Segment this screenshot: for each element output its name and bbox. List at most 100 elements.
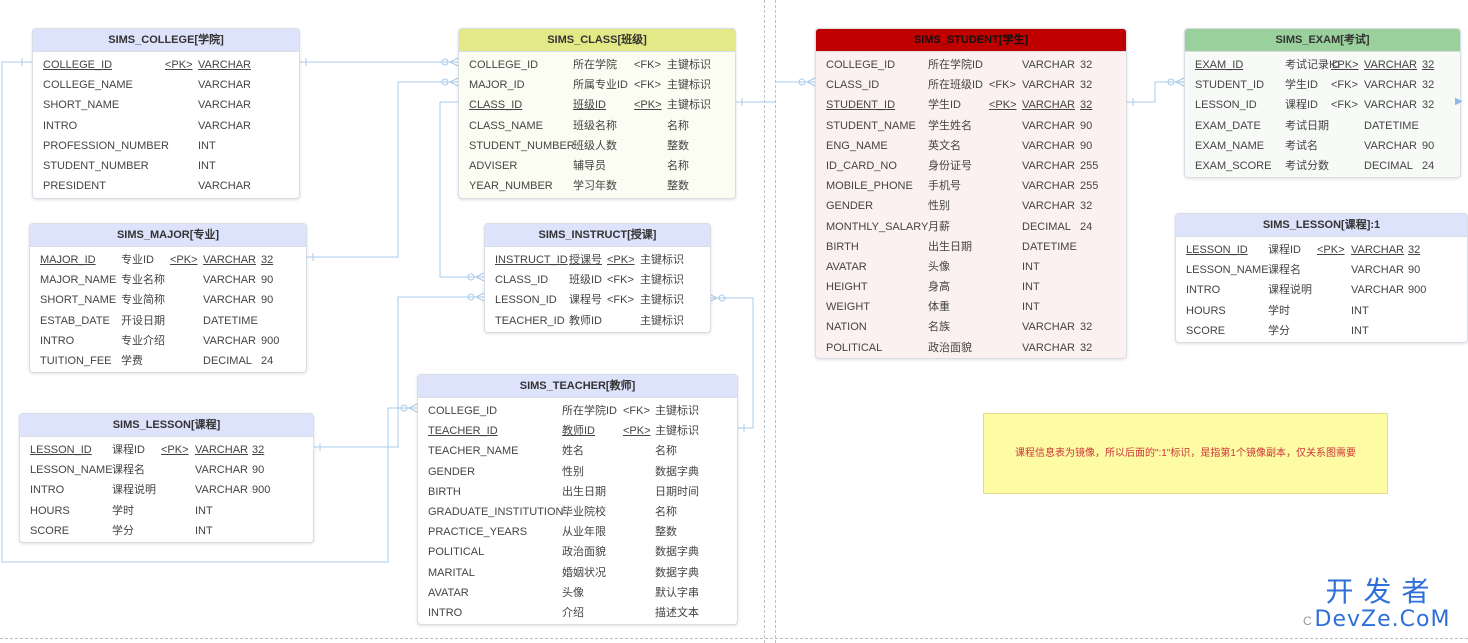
field-type: VARCHAR <box>198 79 251 92</box>
field-row[interactable]: AVATAR 头像 默认字串 <box>418 583 737 603</box>
field-row[interactable]: SHORT_NAME 专业简称 VARCHAR 90 <box>30 290 306 310</box>
field-row[interactable]: PRESIDENT VARCHAR <box>33 176 299 196</box>
field-row[interactable]: INTRO 介绍 描述文本 <box>418 603 737 623</box>
field-row[interactable]: HOURS 学时 INT <box>1176 301 1467 321</box>
field-row[interactable]: COLLEGE_ID <PK> VARCHAR <box>33 55 299 75</box>
field-row[interactable]: POLITICAL 政治面貌 VARCHAR 32 <box>816 338 1126 358</box>
field-type: 名称 <box>655 505 677 518</box>
field-key: <PK> <box>634 99 662 112</box>
field-comment: 月薪 <box>928 220 950 233</box>
field-type: DECIMAL <box>1022 220 1071 233</box>
field-row[interactable]: CLASS_ID 班级ID <PK> 主键标识 <box>459 95 735 115</box>
field-length: 90 <box>1422 139 1435 152</box>
field-row[interactable]: STUDENT_NAME 学生姓名 VARCHAR 90 <box>816 116 1126 136</box>
scroll-right-icon[interactable]: ▶ <box>1455 96 1463 107</box>
field-key: <PK> <box>170 254 198 266</box>
field-row[interactable]: MARITAL 婚姻状况 数据字典 <box>418 563 737 583</box>
field-length: 32 <box>1080 341 1093 354</box>
field-length: 32 <box>1422 79 1435 92</box>
field-row[interactable]: INTRO 课程说明 VARCHAR 900 <box>1176 280 1467 300</box>
entity-sims-student[interactable]: SIMS_STUDENT[学生] COLLEGE_ID 所在学院ID VARCHAR… <box>815 28 1127 359</box>
field-row[interactable]: EXAM_ID 考试记录ID <PK> VARCHAR 32 <box>1185 55 1460 75</box>
field-row[interactable]: YEAR_NUMBER 学习年数 整数 <box>459 176 735 196</box>
field-comment: 考试分数 <box>1285 159 1329 172</box>
field-comment: 课程名 <box>1268 264 1301 277</box>
field-row[interactable]: MOBILE_PHONE 手机号 VARCHAR 255 <box>816 176 1126 196</box>
field-row[interactable]: LESSON_ID 课程号 <FK> 主键标识 <box>485 290 710 310</box>
field-name: GENDER <box>428 465 476 478</box>
field-row[interactable]: INTRO 课程说明 VARCHAR 900 <box>20 480 313 500</box>
field-key: <PK> <box>1317 244 1345 256</box>
field-row[interactable]: CLASS_NAME 班级名称 名称 <box>459 116 735 136</box>
field-row[interactable]: STUDENT_NUMBER 班级人数 整数 <box>459 136 735 156</box>
field-row[interactable]: MAJOR_ID 所属专业ID <FK> 主键标识 <box>459 75 735 95</box>
field-row[interactable]: SHORT_NAME VARCHAR <box>33 95 299 115</box>
annotation-note[interactable]: 课程信息表为镜像，所以后面的":1"标识，是指第1个镜像副本，仅关系图需要 <box>983 413 1388 494</box>
field-row[interactable]: EXAM_SCORE 考试分数 DECIMAL 24 <box>1185 156 1460 176</box>
entity-sims-class[interactable]: SIMS_CLASS[班级] COLLEGE_ID 所在学院 <FK> 主键标识 MAJ… <box>458 28 736 199</box>
field-row[interactable]: CLASS_ID 班级ID <FK> 主键标识 <box>485 270 710 290</box>
field-type: VARCHAR <box>203 254 256 266</box>
field-row[interactable]: AVATAR 头像 INT <box>816 257 1126 277</box>
field-row[interactable]: SCORE 学分 INT <box>20 521 313 541</box>
field-row[interactable]: ID_CARD_NO 身份证号 VARCHAR 255 <box>816 156 1126 176</box>
field-comment: 性别 <box>562 465 584 478</box>
field-row[interactable]: NATION 名族 VARCHAR 32 <box>816 317 1126 337</box>
field-row[interactable]: COLLEGE_ID 所在学院 <FK> 主键标识 <box>459 55 735 75</box>
entity-sims-lesson-mirror[interactable]: SIMS_LESSON[课程]:1 LESSON_ID 课程ID <PK> VARCH… <box>1175 213 1468 343</box>
field-row[interactable]: HEIGHT 身高 INT <box>816 277 1126 297</box>
field-row[interactable]: ENG_NAME 英文名 VARCHAR 90 <box>816 136 1126 156</box>
field-row[interactable]: SCORE 学分 INT <box>1176 321 1467 341</box>
field-row[interactable]: TEACHER_ID 教师ID 主键标识 <box>485 311 710 331</box>
entity-sims-teacher[interactable]: SIMS_TEACHER[教师] COLLEGE_ID 所在学院ID <FK> 主键标… <box>417 374 738 625</box>
field-row[interactable]: ADVISER 辅导员 名称 <box>459 156 735 176</box>
field-row[interactable]: STUDENT_NUMBER INT <box>33 156 299 176</box>
entity-fields: COLLEGE_ID <PK> VARCHAR COLLEGE_NAME VARCHAR… <box>33 52 299 198</box>
field-row[interactable]: COLLEGE_NAME VARCHAR <box>33 75 299 95</box>
field-comment: 学分 <box>112 524 134 537</box>
field-row[interactable]: GENDER 性别 数据字典 <box>418 462 737 482</box>
field-row[interactable]: COLLEGE_ID 所在学院ID VARCHAR 32 <box>816 55 1126 75</box>
field-row[interactable]: MONTHLY_SALARY 月薪 DECIMAL 24 <box>816 217 1126 237</box>
entity-fields: COLLEGE_ID 所在学院 <FK> 主键标识 MAJOR_ID 所属专业ID <FK>… <box>459 52 735 198</box>
field-row[interactable]: INSTRUCT_ID 授课号 <PK> 主键标识 <box>485 250 710 270</box>
field-type: VARCHAR <box>203 274 256 287</box>
field-row[interactable]: LESSON_ID 课程ID <FK> VARCHAR 32 <box>1185 95 1460 115</box>
field-row[interactable]: TEACHER_ID 教师ID <PK> 主键标识 <box>418 421 737 441</box>
field-row[interactable]: STUDENT_ID 学生ID <PK> VARCHAR 32 <box>816 95 1126 115</box>
field-row[interactable]: PRACTICE_YEARS 从业年限 整数 <box>418 522 737 542</box>
field-row[interactable]: BIRTH 出生日期 DATETIME <box>816 237 1126 257</box>
field-row[interactable]: TUITION_FEE 学费 DECIMAL 24 <box>30 351 306 371</box>
field-row[interactable]: GRADUATE_INSTITUTION 毕业院校 名称 <box>418 502 737 522</box>
field-row[interactable]: BIRTH 出生日期 日期时间 <box>418 482 737 502</box>
field-row[interactable]: MAJOR_NAME 专业名称 VARCHAR 90 <box>30 270 306 290</box>
field-type: 整数 <box>655 526 677 539</box>
field-row[interactable]: LESSON_ID 课程ID <PK> VARCHAR 32 <box>1176 240 1467 260</box>
field-row[interactable]: HOURS 学时 INT <box>20 501 313 521</box>
field-comment: 性别 <box>928 200 950 213</box>
field-row[interactable]: EXAM_DATE 考试日期 DATETIME <box>1185 116 1460 136</box>
field-row[interactable]: LESSON_NAME 课程名 VARCHAR 90 <box>1176 260 1467 280</box>
field-row[interactable]: ESTAB_DATE 开设日期 DATETIME <box>30 311 306 331</box>
field-row[interactable]: MAJOR_ID 专业ID <PK> VARCHAR 32 <box>30 250 306 270</box>
field-row[interactable]: LESSON_NAME 课程名 VARCHAR 90 <box>20 460 313 480</box>
field-row[interactable]: GENDER 性别 VARCHAR 32 <box>816 196 1126 216</box>
field-row[interactable]: LESSON_ID 课程ID <PK> VARCHAR 32 <box>20 440 313 460</box>
entity-sims-major[interactable]: SIMS_MAJOR[专业] MAJOR_ID 专业ID <PK> VARCHAR 32… <box>29 223 307 373</box>
field-row[interactable]: COLLEGE_ID 所在学院ID <FK> 主键标识 <box>418 401 737 421</box>
entity-sims-college[interactable]: SIMS_COLLEGE[学院] COLLEGE_ID <PK> VARCHAR CO… <box>32 28 300 199</box>
field-row[interactable]: WEIGHT 体重 INT <box>816 297 1126 317</box>
field-row[interactable]: POLITICAL 政治面貌 数据字典 <box>418 542 737 562</box>
entity-sims-exam[interactable]: SIMS_EXAM[考试] EXAM_ID 考试记录ID <PK> VARCHAR 32… <box>1184 28 1461 178</box>
field-row[interactable]: TEACHER_NAME 姓名 名称 <box>418 441 737 461</box>
entity-sims-instruct[interactable]: SIMS_INSTRUCT[授课] INSTRUCT_ID 授课号 <PK> 主键标识… <box>484 223 711 333</box>
field-name: HEIGHT <box>826 281 868 294</box>
field-row[interactable]: PROFESSION_NUMBER INT <box>33 136 299 156</box>
field-comment: 英文名 <box>928 139 961 152</box>
field-row[interactable]: STUDENT_ID 学生ID <FK> VARCHAR 32 <box>1185 75 1460 95</box>
entity-sims-lesson[interactable]: SIMS_LESSON[课程] LESSON_ID 课程ID <PK> VARCHAR… <box>19 413 314 543</box>
field-row[interactable]: INTRO VARCHAR <box>33 116 299 136</box>
field-row[interactable]: EXAM_NAME 考试名 VARCHAR 90 <box>1185 136 1460 156</box>
field-row[interactable]: INTRO 专业介绍 VARCHAR 900 <box>30 331 306 351</box>
field-row[interactable]: CLASS_ID 所在班级ID <FK> VARCHAR 32 <box>816 75 1126 95</box>
